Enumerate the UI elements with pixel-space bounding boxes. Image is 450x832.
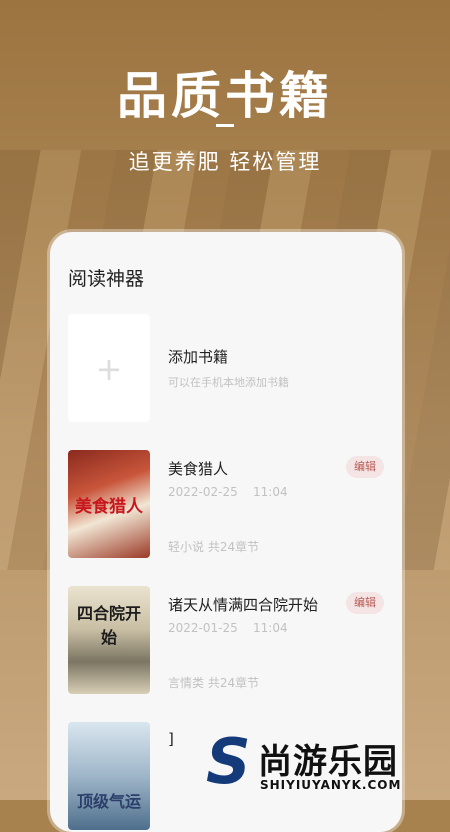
book-item[interactable]: 四合院开始 诸天从情满四合院开始 2022-01-25 11:04 言情类 共2… [68, 586, 384, 694]
book-updated: 2022-01-25 11:04 [168, 621, 288, 635]
book-item[interactable]: 美食猎人 美食猎人 2022-02-25 11:04 轻小说 共24章节 编辑 [68, 450, 384, 558]
book-cover[interactable]: 四合院开始 [68, 586, 150, 694]
headline-divider [216, 124, 234, 127]
edit-button[interactable]: 编辑 [346, 592, 384, 614]
subheadline: 追更养肥 轻松管理 [128, 150, 322, 174]
book-date: 2022-01-25 [168, 621, 238, 635]
book-cover[interactable]: 美食猎人 [68, 450, 150, 558]
watermark-logo: S 尚游乐园 SHIYIUYANYK.COM [206, 725, 450, 800]
watermark-text: 尚游乐园 [258, 742, 398, 782]
book-title[interactable]: ] [168, 730, 174, 748]
headline: 品质书籍 [117, 66, 333, 125]
book-cover-title: 四合院开始 [76, 604, 141, 647]
add-book-title[interactable]: 添加书籍 [168, 346, 228, 367]
book-cover[interactable]: 顶级气运 [68, 722, 150, 830]
book-date: 2022-02-25 [168, 485, 238, 499]
watermark-logo-mark: S [206, 725, 251, 798]
edit-button[interactable]: 编辑 [346, 456, 384, 478]
add-book-button[interactable]: + [68, 314, 150, 422]
book-updated: 2022-02-25 11:04 [168, 485, 288, 499]
plus-icon: + [95, 350, 123, 388]
book-time: 11:04 [253, 485, 288, 499]
card-title: 阅读神器 [68, 268, 145, 290]
book-meta: 轻小说 共24章节 [168, 540, 260, 554]
book-cover-title: 顶级气运 [76, 792, 141, 811]
watermark-url: SHIYIUYANYK.COM [260, 778, 402, 792]
book-title[interactable]: 美食猎人 [168, 458, 228, 479]
add-book-subtitle: 可以在手机本地添加书籍 [168, 376, 289, 389]
book-title[interactable]: 诸天从情满四合院开始 [168, 594, 318, 615]
book-cover-title: 美食猎人 [75, 497, 143, 517]
book-time: 11:04 [253, 621, 288, 635]
book-meta: 言情类 共24章节 [168, 676, 260, 690]
